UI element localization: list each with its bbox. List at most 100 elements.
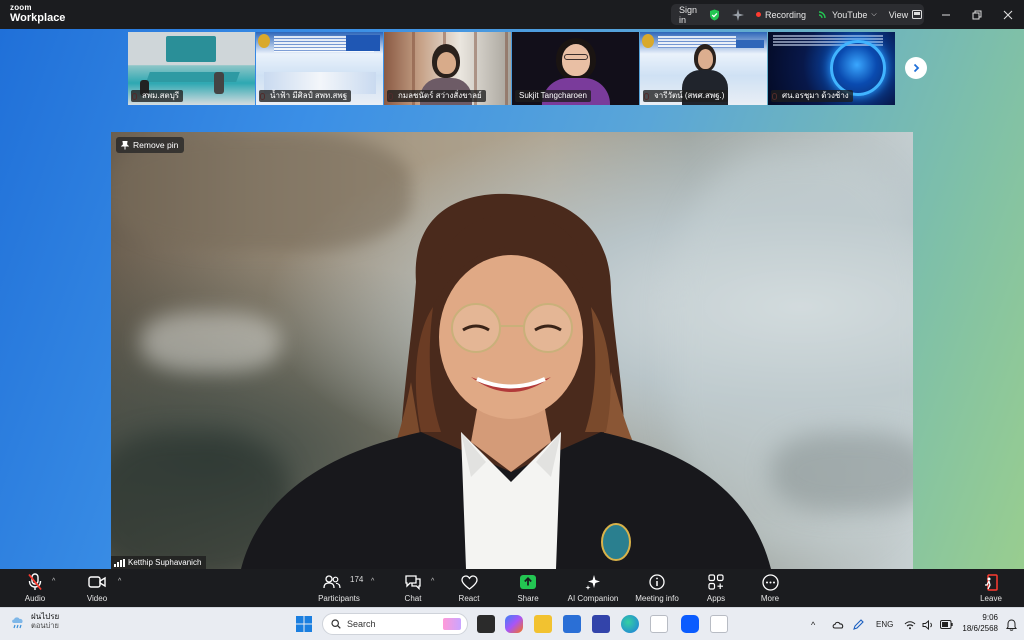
participant-video-feed — [241, 193, 771, 569]
participant-name: สพม.สตบุรี — [131, 90, 184, 102]
participants-icon — [323, 575, 341, 589]
participant-name: น้ำฟ้า มีศิลป์ สพท.สพฐ — [259, 90, 352, 102]
weather-period: ตอนบ่าย — [31, 620, 59, 630]
notifications-button[interactable] — [1006, 608, 1017, 640]
leave-door-icon — [985, 573, 998, 591]
encryption-shield-button[interactable] — [703, 4, 726, 25]
meeting-status-bar: Sign in Recording YouTube ⌵ View — [671, 4, 924, 25]
video-options-caret[interactable]: ^ — [118, 578, 121, 585]
participant-name: ศน.อรชุมา ด้วงช้าง — [771, 90, 853, 102]
react-button[interactable]: React — [454, 572, 484, 606]
chevron-up-icon: ^ — [811, 619, 816, 630]
leave-button[interactable]: Leave — [976, 572, 1006, 606]
start-button[interactable] — [296, 616, 312, 632]
video-button[interactable]: Video — [82, 572, 112, 606]
outlook-icon[interactable] — [592, 615, 610, 633]
tray-icon-network-alert[interactable] — [832, 608, 844, 640]
minimize-button[interactable] — [930, 0, 962, 29]
close-icon — [1003, 10, 1013, 19]
more-dots-icon — [761, 573, 779, 591]
participant-thumbnail[interactable]: ศน.อรชุมา ด้วงช้าง — [768, 32, 895, 105]
sparkle-icon — [732, 8, 745, 21]
info-icon — [649, 574, 665, 590]
apps-button[interactable]: Apps — [701, 572, 731, 606]
share-label: Share — [517, 594, 539, 603]
zoom-app-icon[interactable] — [681, 615, 699, 633]
ai-companion-label: AI Companion — [567, 594, 619, 603]
signal-strength-icon — [114, 558, 125, 567]
edge-browser-icon[interactable] — [621, 615, 639, 633]
search-icon — [331, 619, 341, 629]
clock-time: 9:06 — [982, 613, 998, 622]
participants-options-caret[interactable]: ^ — [371, 578, 374, 585]
restore-icon — [972, 10, 982, 19]
taskbar-search[interactable]: Search — [322, 613, 468, 635]
view-menu-button[interactable]: View — [883, 4, 928, 25]
os-taskbar: ฝนไปรย ตอนบ่าย Search ^ ENG 9:06 18/6/25… — [0, 607, 1024, 640]
participant-thumbnail-strip: สพม.สตบุรี น้ำฟ้า มีศิลป์ สพท.สพฐ กมลชนั… — [128, 32, 895, 105]
participants-label: Participants — [318, 594, 360, 603]
participant-name: กมลชนัตร์ สว่างสั่งขาลย์ — [387, 90, 486, 102]
more-button[interactable]: More — [755, 572, 785, 606]
chevron-right-icon — [913, 63, 920, 73]
brand-small: zoom — [10, 3, 32, 12]
participant-thumbnail[interactable]: Sukjit Tangcharoen — [512, 32, 639, 105]
shield-check-icon — [710, 9, 720, 20]
chat-options-caret[interactable]: ^ — [431, 578, 434, 585]
recording-indicator[interactable]: Recording — [750, 4, 812, 25]
meeting-info-label: Meeting info — [635, 594, 679, 603]
close-window-button[interactable] — [992, 0, 1024, 29]
next-page-button[interactable] — [905, 57, 927, 79]
participant-thumbnail[interactable]: น้ำฟ้า มีศิลป์ สพท.สพฐ — [256, 32, 383, 105]
minimize-icon — [942, 14, 950, 15]
pen-icon — [853, 618, 864, 630]
language-indicator[interactable]: ENG — [876, 608, 893, 640]
calendar-app-icon[interactable] — [563, 615, 581, 633]
wifi-icon — [904, 620, 916, 629]
system-clock[interactable]: 9:06 18/6/2568 — [958, 613, 998, 635]
ai-companion-status-button[interactable] — [726, 4, 750, 25]
tray-overflow-button[interactable]: ^ — [811, 608, 815, 640]
meeting-info-button[interactable]: Meeting info — [630, 572, 684, 606]
remove-pin-button[interactable]: Remove pin — [116, 137, 185, 153]
app-logo: zoom Workplace — [10, 4, 65, 24]
ai-sparkle-icon — [585, 575, 600, 590]
recording-dot-icon — [756, 12, 762, 17]
search-highlight-icon — [443, 618, 461, 630]
quick-settings[interactable] — [904, 608, 953, 640]
video-camera-icon — [88, 576, 106, 588]
sign-in-button[interactable]: Sign in — [671, 4, 703, 25]
document-app-icon[interactable] — [650, 615, 668, 633]
view-label: View — [888, 9, 909, 20]
weather-widget[interactable]: ฝนไปรย ตอนบ่าย — [10, 612, 59, 630]
recording-label: Recording — [765, 9, 807, 20]
speaker-icon — [922, 619, 932, 630]
view-grid-icon — [912, 10, 923, 19]
main-video-tile[interactable] — [111, 132, 913, 569]
apps-label: Apps — [706, 594, 726, 603]
windows-logo-icon — [296, 616, 312, 632]
clock-date: 18/6/2568 — [962, 623, 998, 633]
main-participant-name-tag: Ketthip Suphavanich — [111, 556, 207, 569]
youtube-stream-menu[interactable]: YouTube ⌵ — [812, 4, 883, 25]
brand-large: Workplace — [10, 12, 66, 24]
search-placeholder: Search — [347, 619, 376, 629]
participant-name: Sukjit Tangcharoen — [515, 90, 591, 102]
restore-button[interactable] — [961, 0, 993, 29]
title-bar: zoom Workplace Sign in Recording YouTube… — [0, 0, 1024, 29]
sign-in-label: Sign in — [679, 4, 698, 25]
participant-thumbnail[interactable]: กมลชนัตร์ สว่างสั่งขาลย์ — [384, 32, 511, 105]
audio-options-caret[interactable]: ^ — [52, 578, 55, 585]
chat-button[interactable]: Chat — [398, 572, 428, 606]
share-button[interactable]: Share — [513, 572, 543, 606]
ai-companion-button[interactable]: AI Companion — [563, 572, 623, 606]
notepad-icon[interactable] — [710, 615, 728, 633]
file-explorer-icon[interactable] — [534, 615, 552, 633]
copilot-icon[interactable] — [505, 615, 523, 633]
task-view-icon[interactable] — [477, 615, 495, 633]
participant-thumbnail[interactable]: จารีวัตน์ (สพศ.สพฐ.) — [640, 32, 767, 105]
audio-button[interactable]: Audio — [20, 572, 50, 606]
participant-thumbnail[interactable]: สพม.สตบุรี — [128, 32, 255, 105]
tray-icon-pen[interactable] — [852, 608, 864, 640]
bell-icon — [1006, 618, 1017, 631]
